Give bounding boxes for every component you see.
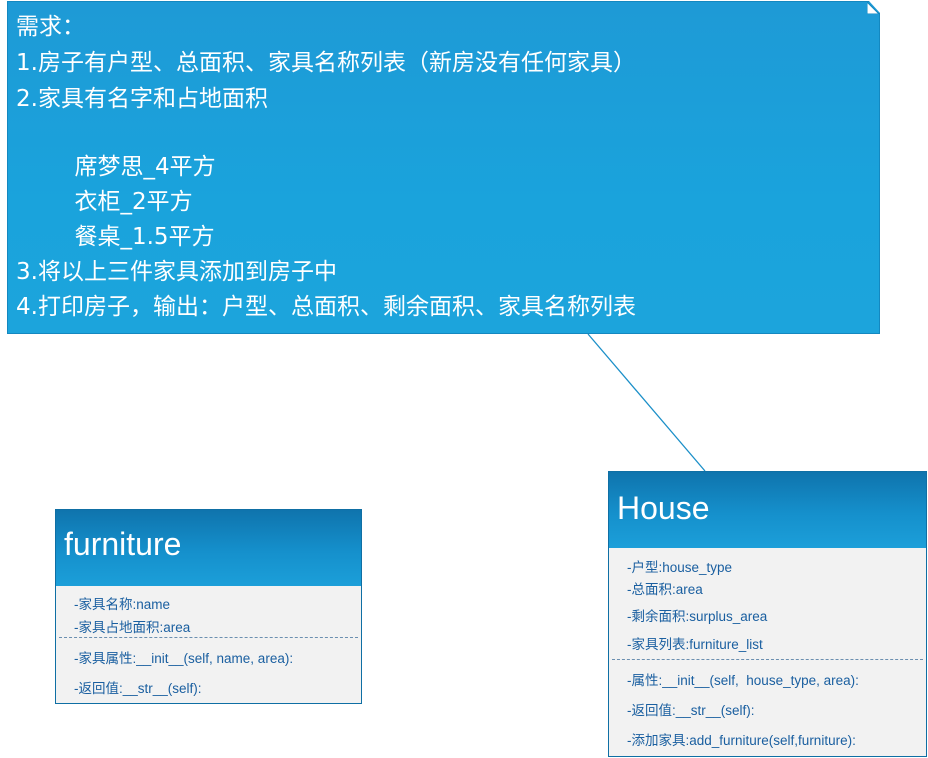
note-line: 餐桌_1.5平方 bbox=[16, 224, 215, 250]
class-attribute: -家具列表:furniture_list bbox=[627, 637, 763, 652]
note-line: 需求： bbox=[16, 14, 85, 40]
class-attribute: -剩余面积:surplus_area bbox=[627, 609, 768, 624]
class-method: -家具属性:__init__(self, name, area): bbox=[74, 651, 294, 666]
class-attribute: -家具占地面积:area bbox=[74, 620, 191, 635]
class-attribute: -总面积:area bbox=[627, 582, 703, 597]
class-attribute: -户型:house_type bbox=[627, 560, 733, 575]
class-method: -添加家具:add_furniture(self,furniture): bbox=[627, 733, 856, 748]
furniture-class-title: furniture bbox=[64, 526, 182, 562]
furniture-class-box[interactable]: furniture -家具名称:name -家具占地面积:area -家具属性:… bbox=[55, 509, 362, 704]
member-separator bbox=[612, 659, 923, 660]
requirements-note[interactable]: 需求： 1.房子有户型、总面积、家具名称列表（新房没有任何家具） 2.家具有名字… bbox=[7, 1, 880, 334]
note-line: 4.打印房子，输出：户型、总面积、剩余面积、家具名称列表 bbox=[16, 294, 636, 320]
note-line: 2.家具有名字和占地面积 bbox=[16, 86, 268, 112]
house-class-box[interactable]: House -户型:house_type -总面积:area -剩余面积:sur… bbox=[608, 471, 927, 757]
note-line: 席梦思_4平方 bbox=[16, 154, 216, 180]
note-line: 3.将以上三件家具添加到房子中 bbox=[16, 259, 337, 285]
class-attribute: -家具名称:name bbox=[74, 597, 171, 612]
class-method: -返回值:__str__(self): bbox=[627, 703, 755, 718]
note-line: 1.房子有户型、总面积、家具名称列表（新房没有任何家具） bbox=[16, 50, 636, 76]
class-method: -属性:__init__(self, house_type, area): bbox=[627, 673, 859, 688]
house-class-title: House bbox=[617, 490, 710, 526]
note-line: 衣柜_2平方 bbox=[16, 189, 193, 215]
member-separator bbox=[59, 637, 358, 638]
furniture-class-header: furniture bbox=[56, 510, 361, 586]
note-fold-corner bbox=[867, 2, 879, 14]
class-method: -返回值:__str__(self): bbox=[74, 681, 202, 696]
house-class-header: House bbox=[609, 472, 926, 548]
